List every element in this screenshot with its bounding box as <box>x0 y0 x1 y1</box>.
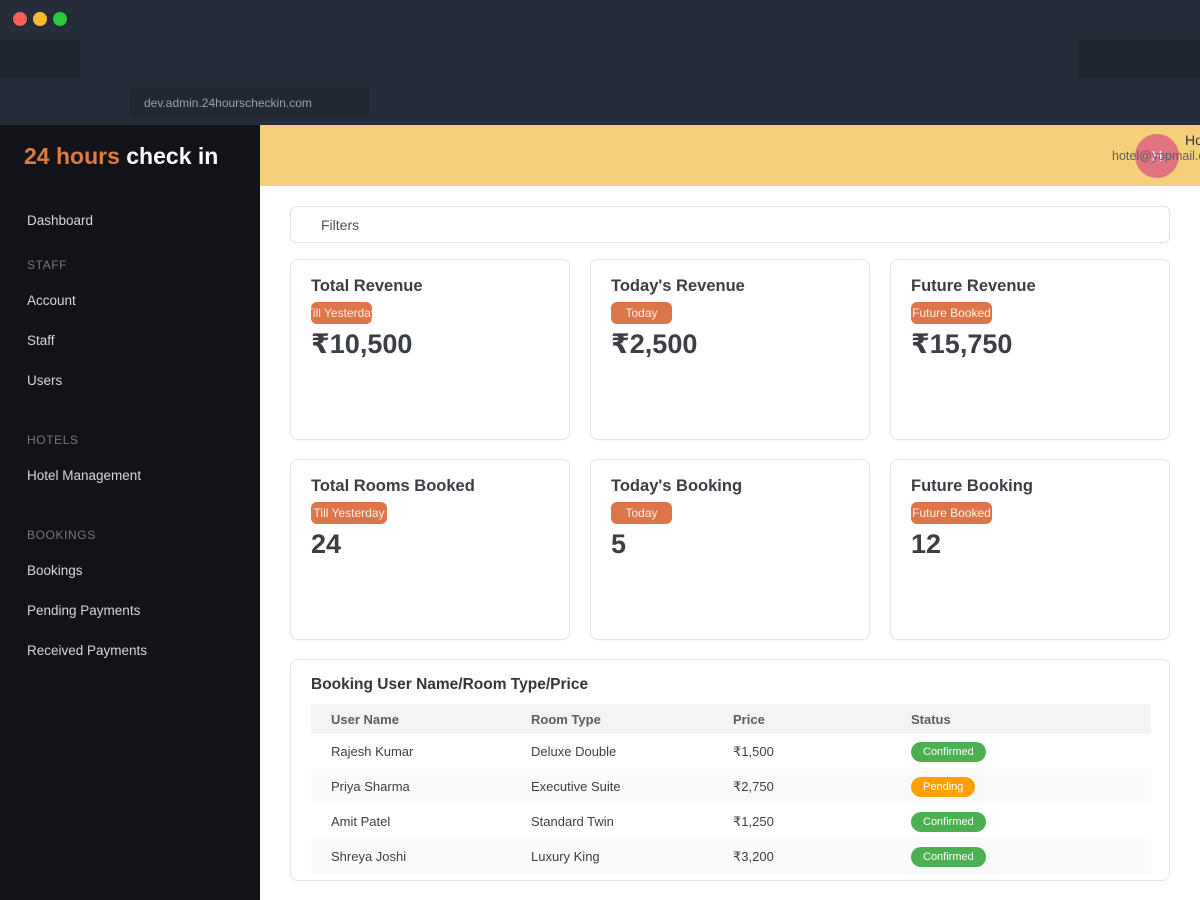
stat-card-value: 24 <box>311 529 342 559</box>
column-header-price: Price <box>733 711 765 727</box>
cell-user-name: Amit Patel <box>331 814 391 829</box>
cell-price: ₹1,250 <box>733 813 774 829</box>
cell-status: Confirmed <box>891 804 1151 839</box>
stat-card-todays-revenue: Today's Revenue Today ₹2,500 <box>590 259 870 440</box>
top-header-bar: H Ho hotel@yopmail.c <box>260 125 1200 186</box>
logo-highlight: 24 hours <box>24 143 120 169</box>
stat-card-value: ₹10,500 <box>311 329 413 359</box>
cell-user-name: Shreya Joshi <box>331 849 407 864</box>
stat-card-badge: Till Yesterday <box>311 502 387 524</box>
sidebar: 24 hours check in Dashboard STAFF Accoun… <box>0 125 260 900</box>
booking-table: User Name Room Type Price Status Rajesh … <box>311 704 1151 874</box>
cell-price: ₹3,200 <box>733 848 774 864</box>
stat-card-future-booking: Future Booking Future Booked 12 <box>890 459 1170 640</box>
stat-card-value: 12 <box>911 529 942 559</box>
sidebar-item-account[interactable]: Account <box>27 293 76 308</box>
stat-card-value: ₹2,500 <box>611 329 698 359</box>
browser-tab-left[interactable] <box>0 40 80 78</box>
table-header-row: User Name Room Type Price Status <box>311 704 1151 734</box>
cell-user-name: Rajesh Kumar <box>331 744 414 759</box>
column-header-status: Status <box>911 711 951 727</box>
stat-card-badge: Today <box>611 302 672 324</box>
sidebar-section-staff: STAFF <box>27 258 68 272</box>
filters-label: Filters <box>321 216 360 233</box>
sidebar-section-bookings: BOOKINGS <box>27 528 96 542</box>
stat-card-total-rooms-booked: Total Rooms Booked Till Yesterday 24 <box>290 459 570 640</box>
close-window-icon[interactable] <box>13 12 27 26</box>
cell-price: ₹1,500 <box>733 743 774 759</box>
status-badge: Confirmed <box>911 811 986 832</box>
column-header-user-name: User Name <box>331 711 399 727</box>
stat-card-title: Today's Revenue <box>611 277 745 295</box>
sidebar-section-hotels: HOTELS <box>27 433 79 447</box>
stat-card-badge: Future Booked <box>911 502 992 524</box>
address-bar[interactable]: dev.admin.24hourscheckin.com <box>130 88 370 118</box>
table-row: Priya Sharma Executive Suite ₹2,750 Pend… <box>311 769 1151 804</box>
cell-room-type: Standard Twin <box>531 814 614 829</box>
status-badge: Confirmed <box>911 846 986 867</box>
cell-status: Confirmed <box>891 839 1151 874</box>
booking-table-card: Booking User Name/Room Type/Price User N… <box>290 659 1170 881</box>
filters-bar[interactable]: Filters <box>290 206 1170 243</box>
stat-card-title: Total Revenue <box>311 277 423 295</box>
main-content: Filters Total Revenue Till Yesterday ₹10… <box>260 186 1200 900</box>
cell-room-type: Luxury King <box>531 849 600 864</box>
sidebar-item-dashboard[interactable]: Dashboard <box>27 213 93 228</box>
table-row: Amit Patel Standard Twin ₹1,250 Confirme… <box>311 804 1151 839</box>
maximize-window-icon[interactable] <box>53 12 67 26</box>
address-bar-url: dev.admin.24hourscheckin.com <box>144 96 312 110</box>
cell-room-type: Deluxe Double <box>531 744 617 759</box>
sidebar-item-staff[interactable]: Staff <box>27 333 55 348</box>
browser-tab-right[interactable] <box>1079 40 1200 78</box>
app-logo: 24 hours check in <box>24 143 218 170</box>
stat-card-title: Total Rooms Booked <box>311 477 475 495</box>
sidebar-item-hotel-management[interactable]: Hotel Management <box>27 468 141 483</box>
status-badge: Confirmed <box>911 741 986 762</box>
logo-rest: check in <box>126 143 219 169</box>
cell-status: Confirmed <box>891 734 1151 769</box>
stat-card-badge: Future Booked <box>911 302 992 324</box>
sidebar-item-bookings[interactable]: Bookings <box>27 563 83 578</box>
window-controls <box>13 12 67 26</box>
column-header-room-type: Room Type <box>531 711 601 727</box>
stat-cards-grid: Total Revenue Till Yesterday ₹10,500 Tod… <box>290 259 1170 640</box>
sidebar-item-pending-payments[interactable]: Pending Payments <box>27 603 140 618</box>
stat-card-value: ₹15,750 <box>911 329 1013 359</box>
sidebar-item-users[interactable]: Users <box>27 373 62 388</box>
stat-card-value: 5 <box>611 529 627 559</box>
status-badge: Pending <box>911 776 976 797</box>
stat-card-total-revenue: Total Revenue Till Yesterday ₹10,500 <box>290 259 570 440</box>
cell-status: Pending <box>891 769 1151 804</box>
minimize-window-icon[interactable] <box>33 12 47 26</box>
stat-card-badge: Today <box>611 502 672 524</box>
stat-card-future-revenue: Future Revenue Future Booked ₹15,750 <box>890 259 1170 440</box>
stat-card-todays-booking: Today's Booking Today 5 <box>590 459 870 640</box>
user-email: hotel@yopmail.c <box>1112 149 1200 163</box>
booking-table-title: Booking User Name/Room Type/Price <box>311 676 589 693</box>
sidebar-item-received-payments[interactable]: Received Payments <box>27 643 147 658</box>
table-row: Rajesh Kumar Deluxe Double ₹1,500 Confir… <box>311 734 1151 769</box>
user-name: Ho <box>1185 132 1200 148</box>
stat-card-title: Future Booking <box>911 477 1033 495</box>
table-row: Shreya Joshi Luxury King ₹3,200 Confirme… <box>311 839 1151 874</box>
stat-card-title: Future Revenue <box>911 277 1036 295</box>
cell-room-type: Executive Suite <box>531 779 621 794</box>
browser-chrome: dev.admin.24hourscheckin.com <box>0 0 1200 125</box>
cell-price: ₹2,750 <box>733 778 774 794</box>
stat-card-badge: Till Yesterday <box>311 302 372 324</box>
stat-card-title: Today's Booking <box>611 477 743 495</box>
cell-user-name: Priya Sharma <box>331 779 410 794</box>
